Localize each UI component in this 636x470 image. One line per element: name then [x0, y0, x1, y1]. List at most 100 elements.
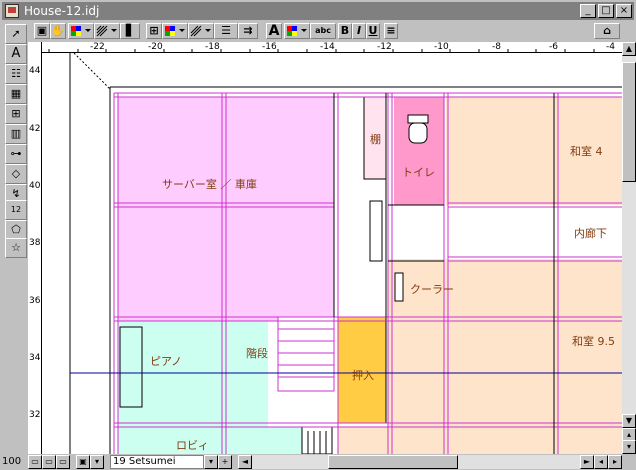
horizontal-ruler[interactable]: -22 -20 -18 -16 -14 -12 -10 -8 -6 -4: [42, 42, 622, 53]
text-tool-button[interactable]: A: [5, 44, 27, 64]
v-ruler-label: 38: [29, 238, 41, 248]
room-label-server: サーバー室 ／ 車庫: [162, 178, 257, 191]
floor-plan[interactable]: [42, 53, 622, 454]
layer-list-icon[interactable]: ▾: [90, 455, 104, 469]
h-ruler-label: -8: [492, 42, 501, 52]
minimize-button[interactable]: _: [580, 4, 596, 18]
room-label-stairs: 階段: [246, 347, 268, 360]
underline-button[interactable]: U: [366, 23, 380, 39]
room-label-cooler: クーラー: [410, 283, 454, 296]
scroll-down-arrow-icon[interactable]: ▼: [622, 414, 636, 428]
tool-palette: ➚ A ☷ ▦ ⊞ ▥ ⊶ ◇ ↯ 12 ⬠ ☆: [2, 22, 28, 258]
scroll-right-arrow-icon[interactable]: ►: [580, 455, 594, 469]
zoom-level[interactable]: 100: [2, 456, 21, 467]
text-style-button[interactable]: abc: [310, 23, 336, 39]
window-title: House-12.idj: [24, 4, 100, 18]
fill-color-icon[interactable]: [68, 23, 94, 39]
v-ruler-label: 40: [29, 181, 41, 191]
document-icon[interactable]: [5, 4, 19, 18]
table-icon[interactable]: ⊞: [5, 104, 27, 124]
line-hatch-pattern-icon: [190, 25, 211, 37]
h-ruler-label: -18: [205, 42, 220, 52]
h-ruler-label: -14: [320, 42, 335, 52]
fill-pattern-icon[interactable]: [94, 23, 120, 39]
layer-icon[interactable]: ▣: [76, 455, 90, 469]
text-color-icon[interactable]: [284, 23, 310, 39]
polygon-icon[interactable]: ⬠: [5, 220, 27, 240]
line-hatch-icon[interactable]: [188, 23, 214, 39]
page-right-icon[interactable]: ▸: [608, 455, 622, 469]
hatch-pattern-icon: [96, 25, 117, 37]
v-ruler-label: 36: [29, 296, 41, 306]
h-ruler-label: -12: [377, 42, 392, 52]
page-down-icon[interactable]: ▾: [622, 440, 636, 454]
drawing-canvas[interactable]: サーバー室 ／ 車庫 棚 トイレ 和室 4 内廊下 クーラー 和室 9.5 ピア…: [42, 53, 622, 454]
layer-dropdown-icon[interactable]: ▾: [204, 455, 218, 469]
line-weight-icon[interactable]: ☰: [214, 23, 238, 39]
horizontal-scroll-thumb[interactable]: [328, 455, 458, 469]
h-ruler-label: -10: [434, 42, 449, 52]
text-tool-button[interactable]: A: [266, 23, 282, 39]
flowchart-icon[interactable]: ◇: [5, 164, 27, 184]
bar-chart-icon[interactable]: ▥: [5, 124, 27, 144]
select-arrow-icon[interactable]: ➚: [5, 24, 27, 44]
dimension-line: [73, 53, 111, 90]
bold-button[interactable]: B: [338, 23, 352, 39]
stairs[interactable]: [277, 316, 335, 392]
cooler-unit-icon: [394, 272, 404, 302]
v-ruler-label: 44: [29, 66, 41, 76]
scroll-up-arrow-icon[interactable]: ▲: [622, 42, 636, 56]
grid-toggle-icon[interactable]: ⊞: [146, 23, 162, 39]
calendar-icon[interactable]: ▦: [5, 84, 27, 104]
piano-icon: [119, 326, 143, 408]
star-icon[interactable]: ☆: [5, 238, 27, 258]
text-color-swatch-icon: [287, 26, 307, 36]
zoom-fit-icon[interactable]: ▭: [56, 455, 70, 469]
vertical-ruler[interactable]: 44 42 40 38 36 34 32: [28, 52, 42, 454]
h-ruler-label: -20: [148, 42, 163, 52]
toolbar: ➚ ▣ ✋ ▋ ⊞ ☰ ⇉ A abc B I U ≡ ⌂: [2, 20, 634, 42]
vertical-scroll-thumb[interactable]: [622, 62, 636, 182]
layer-selector[interactable]: 19 Setsumei: [110, 455, 204, 469]
snap-grid-icon[interactable]: ▣: [34, 23, 50, 39]
h-ruler-label: -22: [90, 42, 105, 52]
hand-tool-icon[interactable]: ✋: [50, 23, 66, 39]
room-label-shelf: 棚: [370, 133, 381, 146]
zoom-in-icon[interactable]: ▭: [42, 455, 56, 469]
vertical-scrollbar[interactable]: ▲ ▼ ▴ ▾: [622, 42, 636, 454]
room-label-washitsu4: 和室 4: [570, 145, 603, 158]
status-bar: 100 ▭ ▭ ▭ ▣ ▾ 19 Setsumei ▾ + ◄ ► ◂ ▸: [0, 454, 636, 470]
h-ruler-label: -4: [606, 42, 615, 52]
align-left-icon[interactable]: ≡: [384, 23, 398, 39]
italic-button[interactable]: I: [352, 23, 366, 39]
v-ruler-label: 34: [29, 353, 41, 363]
view-3d-icon[interactable]: ⌂: [594, 23, 620, 39]
line-color-icon[interactable]: [162, 23, 188, 39]
room-label-toilet: トイレ: [402, 166, 435, 179]
entrance-door[interactable]: [301, 426, 333, 454]
lower-room[interactable]: [338, 427, 622, 454]
room-label-lobby: ロビィ: [176, 439, 209, 452]
org-chart-icon[interactable]: ⊶: [5, 144, 27, 164]
room-label-washitsu95: 和室 9.5: [572, 335, 615, 348]
text-frame-button[interactable]: 12: [5, 200, 27, 220]
arrowhead-icon[interactable]: ⇉: [238, 23, 258, 39]
list-icon[interactable]: ☷: [5, 64, 27, 84]
v-ruler-label: 32: [29, 410, 41, 420]
page-left-icon[interactable]: ◂: [594, 455, 608, 469]
line-pattern-icon[interactable]: ▋: [120, 23, 140, 39]
scroll-left-arrow-icon[interactable]: ◄: [238, 455, 252, 469]
lobby-room[interactable]: [118, 427, 304, 454]
zoom-out-icon[interactable]: ▭: [28, 455, 42, 469]
room-label-piano: ピアノ: [150, 355, 183, 368]
toilet-room[interactable]: [394, 97, 444, 205]
horizontal-scrollbar[interactable]: ◄ ► ◂ ▸: [238, 455, 622, 469]
layer-add-icon[interactable]: +: [218, 455, 232, 469]
title-bar: House-12.idj _ □ ×: [2, 2, 634, 20]
room-label-corridor: 内廊下: [574, 227, 607, 240]
close-button[interactable]: ×: [616, 4, 632, 18]
fill-color-swatch-icon: [71, 26, 91, 36]
maximize-button[interactable]: □: [598, 4, 614, 18]
h-ruler-label: -16: [262, 42, 277, 52]
v-ruler-label: 42: [29, 124, 41, 134]
